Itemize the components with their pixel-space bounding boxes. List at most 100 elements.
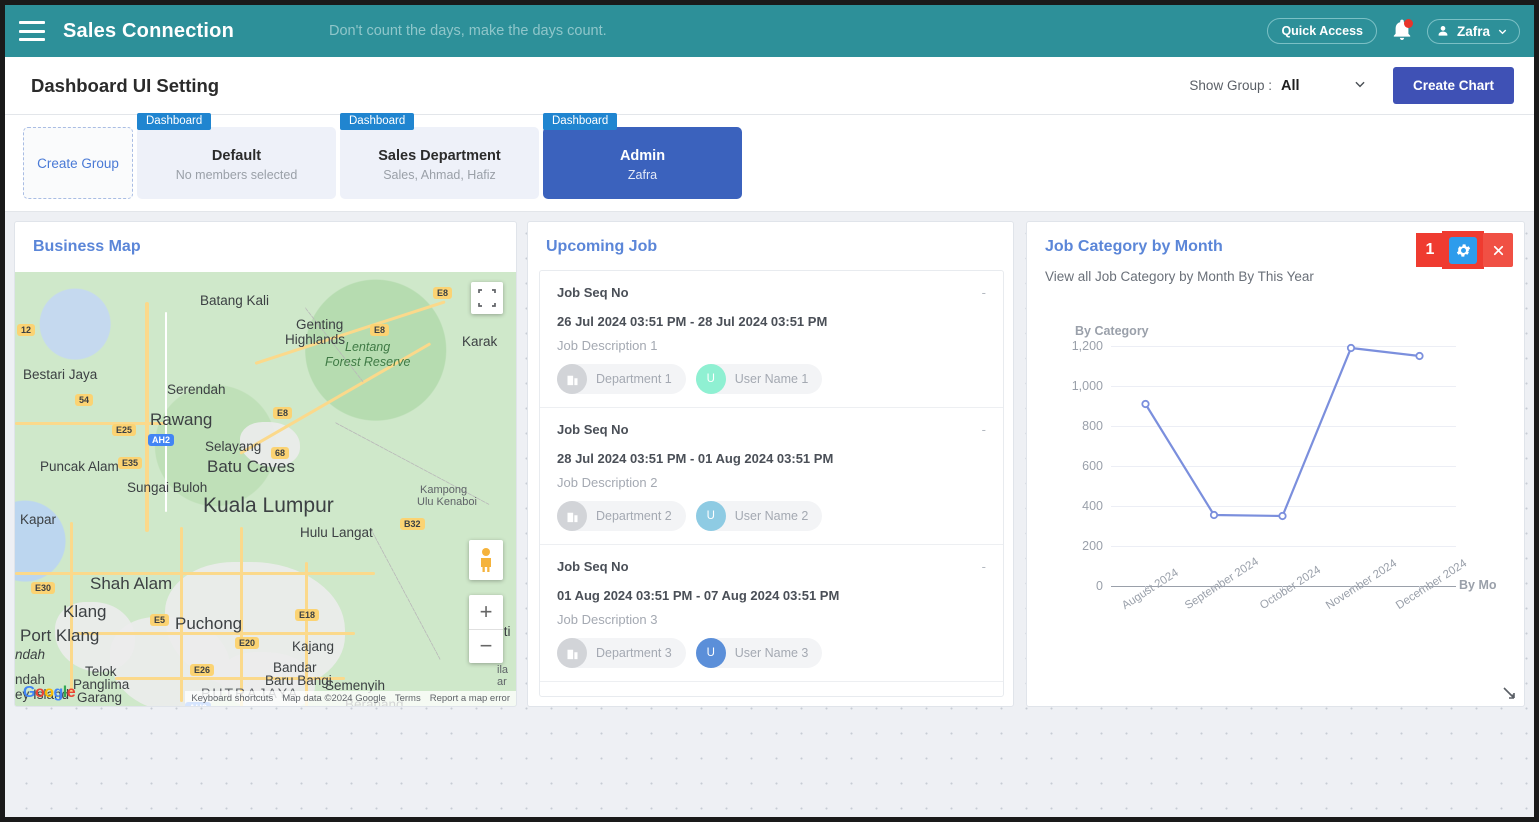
user-avatar: U bbox=[695, 638, 726, 668]
group-members: Zafra bbox=[627, 168, 658, 182]
map-place-label: Shah Alam bbox=[90, 574, 173, 593]
map-route-shield: E25 bbox=[112, 424, 137, 436]
group-members: Sales, Ahmad, Hafiz bbox=[383, 168, 496, 182]
job-seq-value: - bbox=[982, 696, 986, 697]
map-route-shield: AH2 bbox=[148, 434, 175, 446]
map-place-label: Bestari Jaya bbox=[23, 367, 98, 382]
job-chips: Department 3 U User Name 3 bbox=[557, 638, 986, 668]
map-route-shield: E26 bbox=[190, 664, 215, 676]
job-department-chip[interactable]: Department 2 bbox=[557, 501, 686, 531]
map-place-label: ndah bbox=[15, 647, 46, 662]
gear-button-highlight bbox=[1442, 231, 1484, 269]
map-route-shield: E30 bbox=[31, 582, 56, 594]
map-route-shield: E8 bbox=[370, 324, 390, 336]
group-name: Default bbox=[211, 148, 262, 164]
group-card-default[interactable]: Dashboard Default No members selected bbox=[137, 113, 336, 199]
hamburger-menu-icon[interactable] bbox=[19, 21, 45, 41]
job-chips: Department 1 U User Name 1 bbox=[557, 364, 986, 394]
group-card-sales-department[interactable]: Dashboard Sales Department Sales, Ahmad,… bbox=[340, 113, 539, 199]
map-place-label: Lentang bbox=[345, 340, 391, 354]
map-place-label: Karak bbox=[462, 334, 498, 349]
job-list-item[interactable]: Job Seq No - 01 Aug 2024 03:51 PM - 07 A… bbox=[540, 545, 1003, 682]
create-group-button[interactable]: Create Group bbox=[23, 127, 133, 199]
job-list-item[interactable]: Job Seq No - bbox=[540, 682, 1003, 697]
close-icon[interactable] bbox=[1483, 233, 1513, 267]
map-panel-header: Business Map bbox=[15, 222, 516, 266]
map-data-credit: Map data ©2024 Google bbox=[282, 693, 386, 704]
widget-job-category-by-month: Job Category by Month View all Job Categ… bbox=[1026, 221, 1525, 707]
map-terms-link[interactable]: Terms bbox=[395, 693, 421, 704]
job-chips: Department 2 U User Name 2 bbox=[557, 501, 986, 531]
dashboard-canvas: Business Map E8 E8 E8 12 54 E25 AH2 E35 … bbox=[5, 212, 1534, 817]
job-date-range: 28 Jul 2024 03:51 PM - 01 Aug 2024 03:51… bbox=[557, 451, 834, 466]
map-place-label: Ulu Kenaboi bbox=[417, 496, 477, 508]
gear-icon[interactable] bbox=[1449, 236, 1477, 264]
job-user-label: User Name 1 bbox=[734, 372, 809, 386]
group-card-admin[interactable]: Dashboard Admin Zafra bbox=[543, 113, 742, 199]
show-group-select-value[interactable]: All bbox=[1281, 78, 1353, 94]
group-badge: Dashboard bbox=[340, 113, 415, 130]
job-user-chip[interactable]: U User Name 3 bbox=[695, 638, 823, 668]
job-list-item[interactable]: Job Seq No - 26 Jul 2024 03:51 PM - 28 J… bbox=[540, 271, 1003, 408]
chart-panel-subtitle: View all Job Category by Month By This Y… bbox=[1045, 269, 1314, 284]
building-icon bbox=[557, 364, 587, 394]
map-report-error-link[interactable]: Report a map error bbox=[430, 693, 510, 704]
job-department-label: Department 1 bbox=[596, 372, 672, 386]
map-road bbox=[15, 422, 165, 425]
create-group-label: Create Group bbox=[37, 155, 119, 171]
map-place-label: Kajang bbox=[292, 639, 335, 654]
page-title: Dashboard UI Setting bbox=[31, 74, 220, 96]
map-zoom-controls[interactable]: + − bbox=[469, 595, 503, 663]
map-zoom-out-button[interactable]: − bbox=[469, 630, 503, 664]
chevron-down-icon[interactable] bbox=[1353, 77, 1367, 94]
map-panel-title: Business Map bbox=[33, 238, 141, 255]
job-description: Job Description 2 bbox=[557, 475, 658, 490]
brand-title: Sales Connection bbox=[63, 19, 235, 42]
job-user-label: User Name 2 bbox=[734, 509, 809, 523]
map-place-label: Batu Caves bbox=[207, 457, 295, 476]
show-group-label: Show Group : bbox=[1189, 78, 1272, 93]
user-menu-button[interactable]: Zafra bbox=[1426, 18, 1520, 44]
chart-widget-actions: 1 bbox=[1416, 231, 1513, 269]
group-badge: Dashboard bbox=[137, 113, 212, 130]
building-icon bbox=[557, 638, 587, 668]
job-seq-value: - bbox=[981, 559, 986, 574]
jobs-panel-header: Upcoming Job bbox=[528, 222, 1013, 266]
notification-badge-dot bbox=[1403, 19, 1413, 28]
create-chart-button[interactable]: Create Chart bbox=[1392, 67, 1514, 104]
resize-handle-icon[interactable] bbox=[1501, 685, 1517, 701]
job-user-label: User Name 3 bbox=[734, 646, 809, 660]
quick-access-button[interactable]: Quick Access bbox=[1267, 18, 1377, 44]
map-zoom-in-button[interactable]: + bbox=[469, 595, 503, 630]
map-keyboard-shortcuts-link[interactable]: Keyboard shortcuts bbox=[191, 693, 273, 704]
map-road bbox=[145, 302, 149, 532]
map-place-label: Rawang bbox=[150, 410, 213, 429]
job-department-chip[interactable]: Department 1 bbox=[557, 364, 686, 394]
user-avatar: U bbox=[695, 501, 726, 531]
map-place-label: Garang bbox=[77, 690, 123, 705]
map-place-label: Forest Reserve bbox=[325, 355, 411, 369]
jobs-list[interactable]: Job Seq No - 26 Jul 2024 03:51 PM - 28 J… bbox=[539, 270, 1004, 697]
map-fullscreen-icon[interactable] bbox=[471, 282, 503, 314]
job-seq-label: Job Seq No bbox=[557, 422, 629, 437]
line-chart: By Category 0 200 400 600 800 1,000 1,20… bbox=[1027, 314, 1524, 706]
map-place-label: Port Klang bbox=[20, 626, 100, 645]
jobs-panel-title: Upcoming Job bbox=[546, 238, 658, 255]
group-name: Sales Department bbox=[378, 148, 501, 164]
job-user-chip[interactable]: U User Name 2 bbox=[695, 501, 823, 531]
map-place-label: Hulu Langat bbox=[300, 525, 373, 540]
map-place-label: Highlands bbox=[285, 332, 346, 347]
topbar-actions: Quick Access Zafra bbox=[1267, 18, 1520, 44]
map-place-label: ar bbox=[497, 676, 507, 688]
map-place-label: Batang Kali bbox=[200, 293, 270, 308]
notification-bell-icon[interactable] bbox=[1390, 18, 1414, 44]
google-map-canvas[interactable]: E8 E8 E8 12 54 E25 AH2 E35 68 B32 E30 E5… bbox=[15, 272, 516, 706]
map-place-label: Puncak Alam bbox=[40, 459, 119, 474]
map-street-view-pegman-icon[interactable] bbox=[469, 540, 503, 580]
job-user-chip[interactable]: U User Name 1 bbox=[695, 364, 823, 394]
annotation-step-badge: 1 bbox=[1416, 233, 1444, 267]
user-avatar-icon bbox=[1438, 26, 1448, 36]
job-department-chip[interactable]: Department 3 bbox=[557, 638, 686, 668]
map-place-label: Puchong bbox=[175, 614, 243, 633]
job-list-item[interactable]: Job Seq No - 28 Jul 2024 03:51 PM - 01 A… bbox=[540, 408, 1003, 545]
